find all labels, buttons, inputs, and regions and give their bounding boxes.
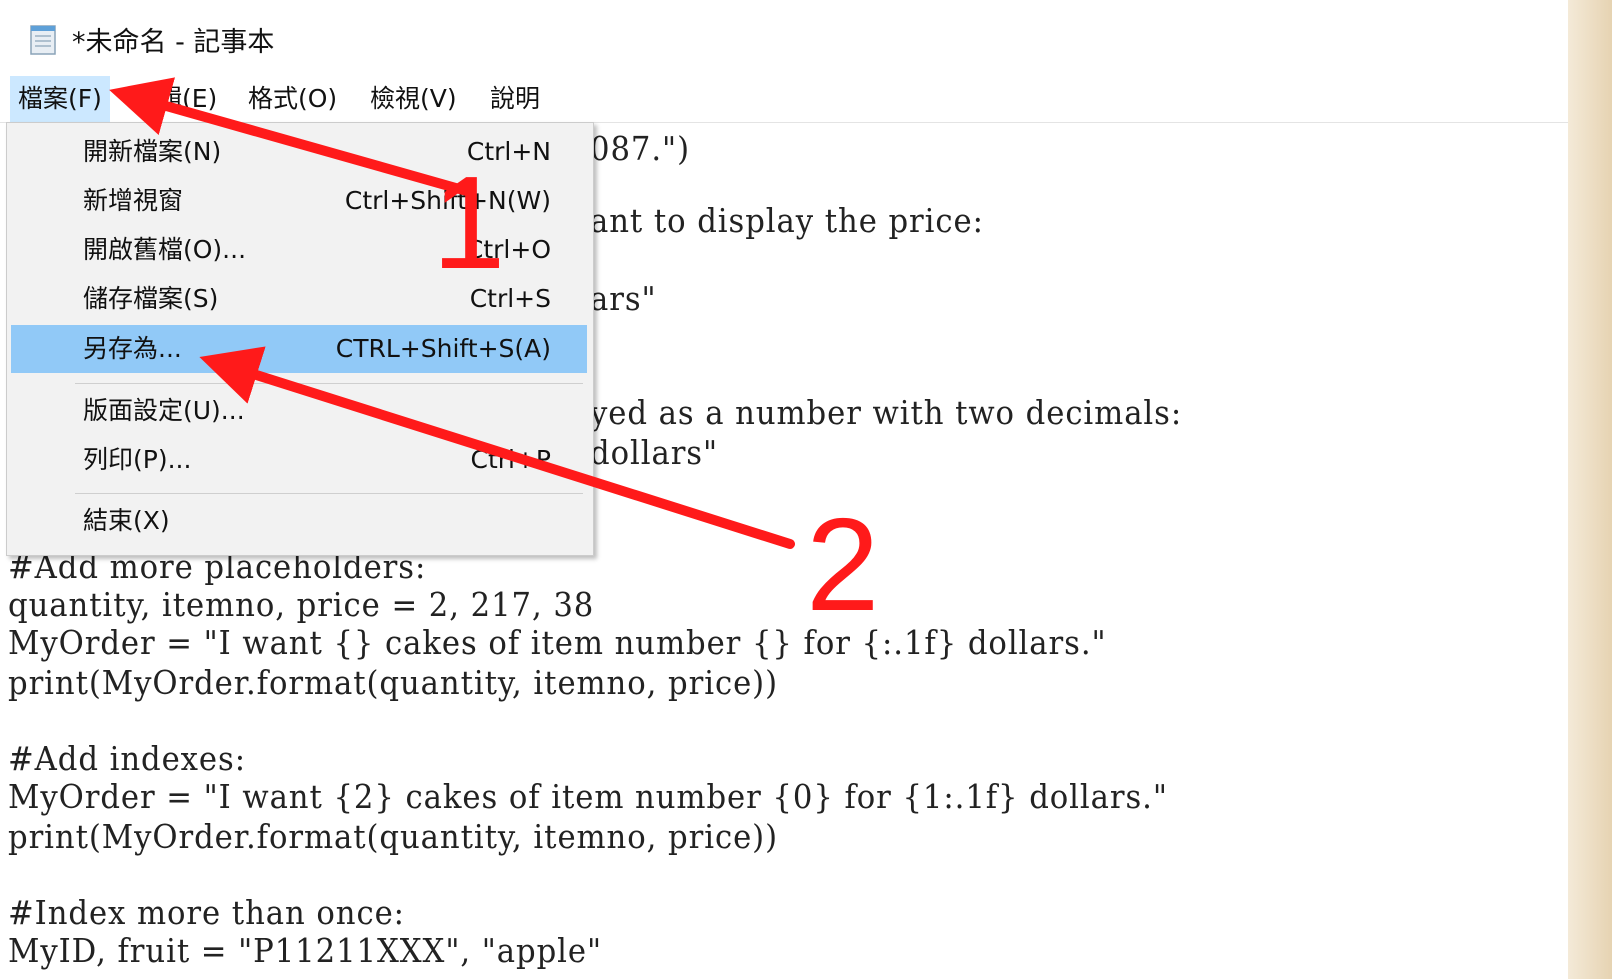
menu-item-open[interactable]: 開啟舊檔(O)... Ctrl+O <box>11 226 587 274</box>
notepad-icon <box>30 25 56 55</box>
code-line: MyID, fruit = "P11211XXX", "apple" <box>8 931 603 970</box>
menu-separator <box>75 383 583 384</box>
menu-item-label: 開啟舊檔(O)... <box>83 235 247 264</box>
menu-item-label: 新增視窗 <box>83 186 184 215</box>
menu-format[interactable]: 格式(O) <box>240 76 345 122</box>
menu-item-exit[interactable]: 結束(X) <box>11 497 587 545</box>
menu-item-label: 版面設定(U)... <box>83 396 245 425</box>
code-line: print(MyOrder.format(quantity, itemno, p… <box>8 663 778 702</box>
menu-item-shortcut: Ctrl+S <box>469 284 551 313</box>
code-line: #Index more than once: <box>8 893 405 932</box>
notepad-window: *未命名 - 記事本 檔案(F) 編輯(E) 格式(O) 檢視(V) 說明 08… <box>0 0 1568 979</box>
menu-file[interactable]: 檔案(F) <box>10 76 110 122</box>
window-title: *未命名 - 記事本 <box>72 27 275 58</box>
menu-item-page-setup[interactable]: 版面設定(U)... <box>11 387 587 435</box>
menu-item-label: 另存為... <box>83 334 182 363</box>
menu-bar: 檔案(F) 編輯(E) 格式(O) 檢視(V) 說明 <box>0 76 1568 123</box>
menu-view[interactable]: 檢視(V) <box>362 76 465 122</box>
menu-item-new-file[interactable]: 開新檔案(N) Ctrl+N <box>11 128 587 176</box>
menu-help[interactable]: 說明 <box>482 76 548 122</box>
code-line: print(MyOrder.format(quantity, itemno, p… <box>8 817 778 856</box>
menu-item-label: 開新檔案(N) <box>83 137 222 166</box>
menu-item-save-as[interactable]: 另存為... CTRL+Shift+S(A) <box>11 325 587 373</box>
menu-item-shortcut: Ctrl+P <box>470 445 551 474</box>
text-fragment: ars" <box>590 279 657 318</box>
menu-separator <box>75 493 583 494</box>
menu-item-label: 結束(X) <box>83 506 170 535</box>
menu-item-shortcut: CTRL+Shift+S(A) <box>335 334 551 363</box>
menu-item-shortcut: Ctrl+N <box>466 137 551 166</box>
file-menu-dropdown: 開新檔案(N) Ctrl+N 新增視窗 Ctrl+Shift+N(W) 開啟舊檔… <box>6 122 594 556</box>
code-line: #Add indexes: <box>8 739 246 778</box>
menu-item-shortcut: Ctrl+Shift+N(W) <box>344 186 551 215</box>
menu-item-save[interactable]: 儲存檔案(S) Ctrl+S <box>11 275 587 323</box>
code-line: quantity, itemno, price = 2, 217, 38 <box>8 585 595 624</box>
menu-edit[interactable]: 編輯(E) <box>124 76 225 122</box>
text-fragment: dollars" <box>590 433 719 472</box>
menu-item-label: 列印(P)... <box>83 445 192 474</box>
code-line: MyOrder = "I want {2} cakes of item numb… <box>8 777 1168 816</box>
menu-item-label: 儲存檔案(S) <box>83 284 219 313</box>
text-fragment: ant to display the price: <box>590 201 984 240</box>
menu-item-new-window[interactable]: 新增視窗 Ctrl+Shift+N(W) <box>11 177 587 225</box>
text-fragment: 087.") <box>590 129 691 168</box>
title-bar: *未命名 - 記事本 <box>0 0 1568 76</box>
code-line: MyOrder = "I want {} cakes of item numbe… <box>8 623 1107 662</box>
text-fragment: yed as a number with two decimals: <box>590 393 1183 432</box>
background-frame <box>1568 0 1612 979</box>
menu-item-shortcut: Ctrl+O <box>465 235 551 264</box>
menu-item-print[interactable]: 列印(P)... Ctrl+P <box>11 436 587 484</box>
